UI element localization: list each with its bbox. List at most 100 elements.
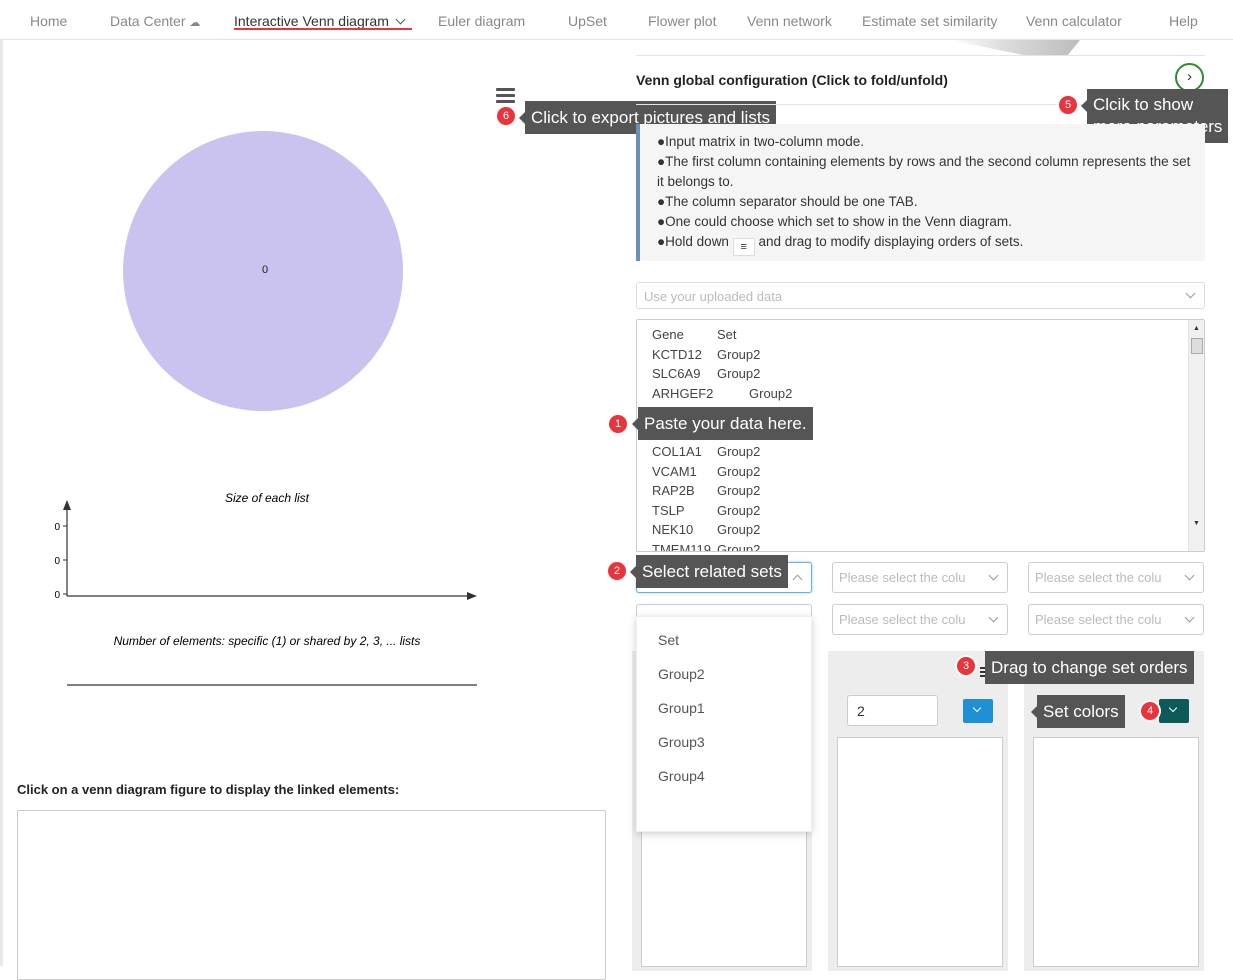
dropdown-option[interactable]: Group4	[658, 768, 705, 784]
dropdown-option[interactable]: Group1	[658, 700, 705, 716]
set-cell: Group2	[717, 444, 761, 459]
set-select-placeholder: Please select the colu	[839, 570, 966, 585]
tip-more-params-line1: Clcik to show	[1093, 95, 1194, 114]
tip-4-badge: 4	[1141, 702, 1159, 720]
venn-count-label: 0	[261, 264, 269, 276]
linked-elements-label: Click on a venn diagram figure to displa…	[17, 782, 400, 797]
nav-set-similarity[interactable]: Estimate set similarity	[862, 13, 997, 29]
set-cell: Group2	[717, 346, 761, 362]
bullet: ●	[657, 154, 666, 169]
scroll-down-icon[interactable]: ▼	[1193, 520, 1200, 527]
x-axis-arrow	[467, 592, 477, 600]
instruction-item: ●The column separator should be one TAB.	[657, 192, 1191, 212]
set-cell: Group2	[717, 502, 761, 518]
set-color-picker[interactable]	[1159, 699, 1189, 723]
chevron-down-icon	[1184, 612, 1195, 623]
set-cell: Set	[717, 327, 737, 342]
nav-euler[interactable]: Euler diagram	[438, 13, 525, 29]
set-cell: Group2	[717, 366, 761, 381]
nav-interactive-venn[interactable]: Interactive Venn diagram	[234, 13, 406, 29]
instruction-text: Hold down	[665, 234, 729, 249]
instruction-text: The column separator should be one TAB.	[665, 194, 918, 209]
set-select-2[interactable]: Please select the colu	[832, 562, 1008, 593]
scroll-up-icon[interactable]: ▲	[1193, 325, 1200, 332]
divider	[636, 55, 1205, 56]
nav-help[interactable]: Help	[1169, 13, 1198, 29]
chart-title: Size of each list	[225, 491, 310, 505]
textarea-line: TSLP Group2	[652, 503, 760, 518]
tip-select-sets: Select related sets	[630, 555, 788, 588]
gene-cell: VCAM1	[652, 463, 697, 479]
tip-paste-data: Paste your data here.	[632, 407, 813, 440]
scroll-thumb[interactable]	[1191, 338, 1203, 354]
instruction-text: Input matrix in two-column mode.	[665, 134, 864, 149]
set-cell: Group2	[717, 463, 761, 479]
y-axis-arrow	[63, 500, 71, 510]
bullet: ●	[657, 234, 666, 249]
set-cell: Group2	[717, 522, 761, 537]
set-select-5[interactable]: Please select the colu	[832, 604, 1008, 635]
textarea-line: SLC6A9 Group2	[652, 366, 760, 381]
gene-cell: Gene	[652, 327, 684, 342]
chart-xlabel: Number of elements: specific (1) or shar…	[114, 634, 421, 648]
gene-cell: TMEM119	[652, 541, 711, 552]
tip-set-colors: Set colors	[1031, 695, 1125, 728]
set-cell: Group2	[717, 483, 761, 498]
nav-upset[interactable]: UpSet	[568, 13, 607, 29]
textarea-line: NEK10 Group2	[652, 522, 760, 537]
chevron-up-icon	[792, 574, 803, 585]
top-navigation: Home Data Center ☁ Interactive Venn diag…	[0, 0, 1233, 40]
dropdown-option[interactable]: Group2	[658, 666, 705, 682]
y-tick-label: 0	[54, 590, 60, 601]
nav-home[interactable]: Home	[30, 13, 67, 29]
linked-elements-box[interactable]	[17, 810, 606, 980]
chevron-down-icon	[988, 570, 999, 581]
gene-cell: ARHGEF2	[652, 385, 714, 401]
set-select-placeholder: Please select the colu	[839, 612, 966, 627]
set-select-placeholder: Please select the colu	[1035, 570, 1162, 585]
cloud-upload-icon: ☁	[189, 17, 201, 29]
decorative-header-shape	[950, 40, 1080, 56]
chevron-down-icon	[395, 14, 406, 25]
gene-cell: KCTD12	[652, 346, 702, 362]
tip-drag-order: Drag to change set orders	[985, 651, 1194, 684]
textarea-line: ARHGEF2 Group2	[652, 385, 792, 401]
bullet: ●	[657, 134, 666, 149]
export-menu-icon[interactable]	[496, 88, 515, 103]
set-count-input[interactable]: 2	[847, 695, 938, 726]
set-cell: Group2	[749, 385, 793, 401]
data-source-placeholder: Use your uploaded data	[644, 289, 783, 304]
y-tick-label: 0	[54, 556, 60, 567]
set-color-picker[interactable]	[963, 699, 993, 723]
instruction-text: The first column containing elements by …	[657, 154, 1191, 189]
set-select-6[interactable]: Please select the colu	[1028, 604, 1204, 635]
dropdown-option[interactable]: Group3	[658, 734, 705, 750]
textarea-line: RAP2B Group2	[652, 483, 760, 498]
nav-venn-network[interactable]: Venn network	[747, 13, 832, 29]
set-select-placeholder: Please select the colu	[1035, 612, 1162, 627]
active-tab-underline	[234, 28, 412, 30]
tip-6-badge: 6	[497, 107, 515, 125]
nav-data-center[interactable]: Data Center ☁	[110, 13, 200, 29]
set-select-3[interactable]: Please select the colu	[1028, 562, 1204, 593]
textarea-line: Gene Set	[652, 327, 737, 342]
global-config-toggle-title[interactable]: Venn global configuration (Click to fold…	[636, 72, 948, 88]
y-tick-label: 0	[54, 522, 60, 533]
chevron-right-icon[interactable]: ›	[1175, 63, 1204, 92]
textarea-line: VCAM1 Group2	[652, 463, 760, 479]
nav-flower-plot[interactable]: Flower plot	[648, 13, 716, 29]
tip-1-badge: 1	[609, 415, 627, 433]
nav-venn-calculator[interactable]: Venn calculator	[1026, 13, 1122, 29]
drag-handle-icon: ≡	[732, 238, 755, 256]
dropdown-option[interactable]: Set	[658, 632, 679, 648]
set-elements-list[interactable]	[837, 737, 1003, 967]
gene-cell: RAP2B	[652, 483, 695, 498]
set-elements-list[interactable]	[1033, 737, 1199, 967]
tip-3-badge: 3	[957, 657, 975, 675]
left-edge	[0, 40, 3, 966]
chevron-down-icon	[1185, 288, 1196, 299]
instruction-item: ●Hold down ≡ and drag to modify displayi…	[657, 232, 1191, 256]
textarea-scrollbar[interactable]: ▲ ▼	[1188, 320, 1204, 551]
data-source-select[interactable]: Use your uploaded data	[636, 282, 1205, 309]
textarea-line: COL1A1 Group2	[652, 444, 760, 459]
